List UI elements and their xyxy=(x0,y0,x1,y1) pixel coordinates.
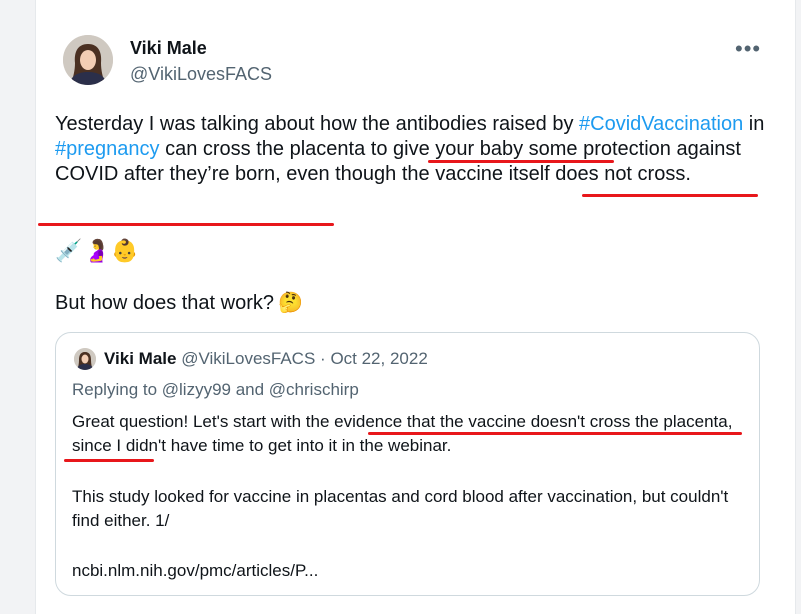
quoted-date[interactable]: Oct 22, 2022 xyxy=(330,349,427,368)
quoted-header: Viki Male @VikiLovesFACS · Oct 22, 2022 xyxy=(104,349,428,369)
more-horizontal-icon[interactable]: ••• xyxy=(735,36,761,62)
quoted-replying-to: Replying to @lizyy99 and @chrischirp xyxy=(72,380,359,399)
quoted-separator: · xyxy=(320,349,326,368)
quoted-author-name[interactable]: Viki Male xyxy=(104,349,176,368)
quoted-study-text: This study looked for vaccine in placent… xyxy=(72,487,729,530)
hashtag-covid-vaccination[interactable]: #CovidVaccination xyxy=(579,113,743,135)
tweet-text-part-2: in xyxy=(743,113,765,135)
author-avatar[interactable] xyxy=(63,35,113,85)
tweet-text: Yesterday I was talking about how the an… xyxy=(55,112,785,187)
annotation-underline-cross-placenta xyxy=(428,160,614,163)
hashtag-pregnancy[interactable]: #pregnancy xyxy=(55,138,160,160)
baby-icon: 👶 xyxy=(111,238,139,263)
annotation-underline-vaccine-itself xyxy=(38,223,334,226)
tweet-text-part-1: Yesterday I was talking about how the an… xyxy=(55,113,580,135)
author-handle[interactable]: @VikiLovesFACS xyxy=(130,64,272,85)
quoted-link[interactable]: ncbi.nlm.nih.gov/pmc/articles/P... xyxy=(72,561,318,581)
syringe-icon: 💉 xyxy=(55,238,83,263)
author-name[interactable]: Viki Male xyxy=(130,38,207,59)
question-text: But how does that work? xyxy=(55,292,275,314)
emoji-row: 💉🤰👶 xyxy=(55,238,139,264)
annotation-underline-placenta xyxy=(64,459,154,462)
thinking-face-icon: 🤔 xyxy=(278,292,303,314)
annotation-underline-even-though xyxy=(582,194,758,197)
quoted-author-avatar[interactable] xyxy=(74,348,96,370)
pregnant-person-icon: 🤰 xyxy=(83,238,111,263)
quoted-author-handle[interactable]: @VikiLovesFACS xyxy=(181,349,315,368)
tweet-question: But how does that work? 🤔 xyxy=(55,290,303,315)
annotation-underline-evidence xyxy=(368,432,742,435)
quoted-tweet[interactable]: Viki Male @VikiLovesFACS · Oct 22, 2022 … xyxy=(55,332,760,596)
